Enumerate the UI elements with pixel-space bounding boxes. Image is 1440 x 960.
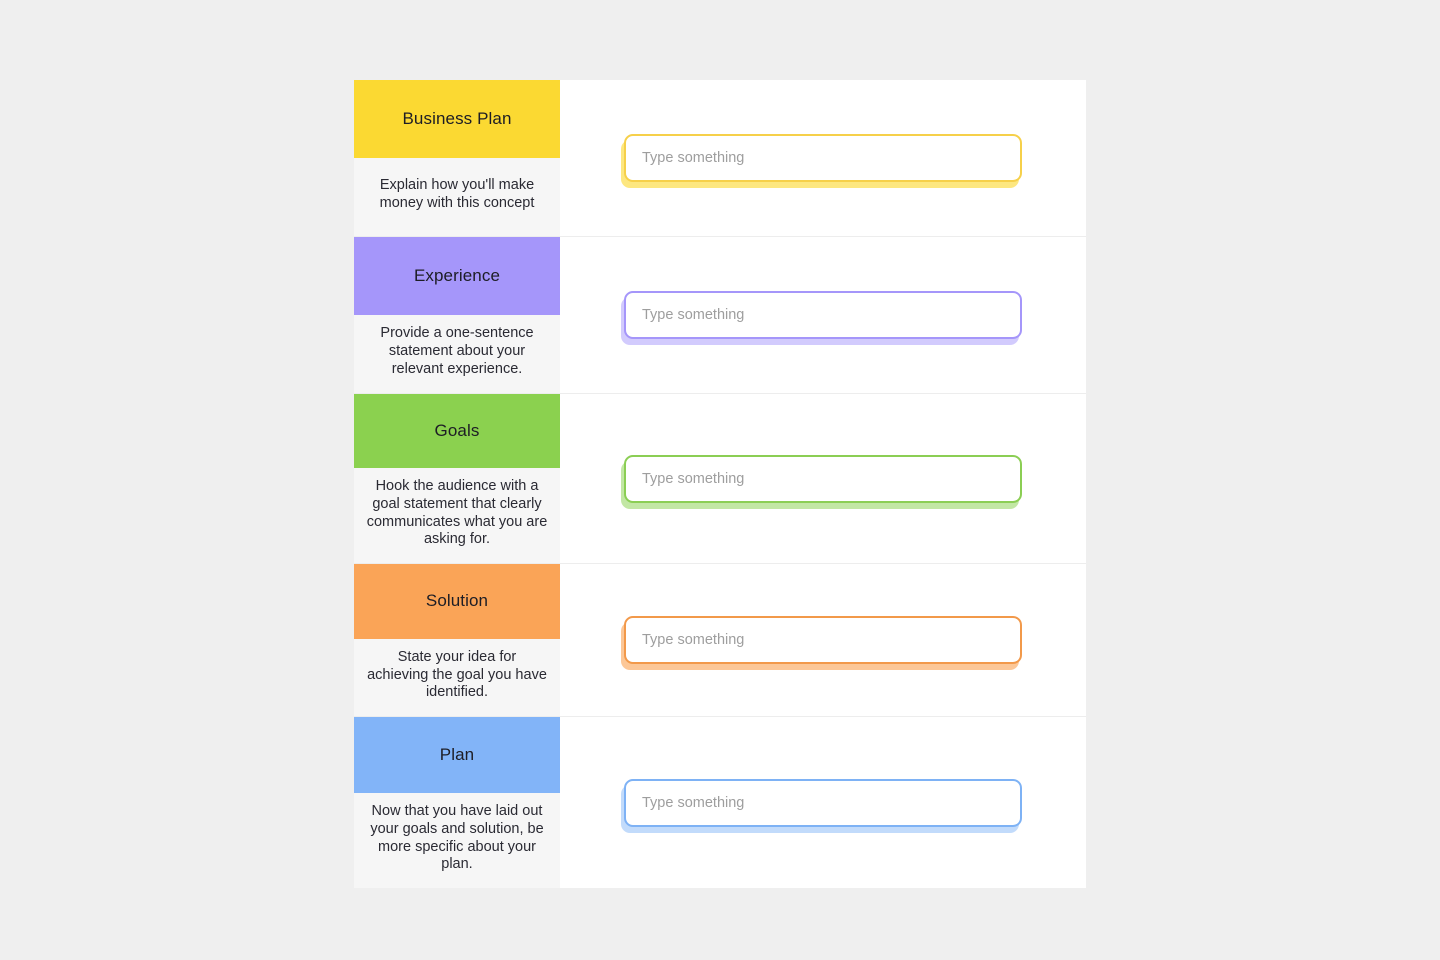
answer-input-business-plan[interactable] <box>624 134 1022 182</box>
input-shell-plan <box>621 778 1022 833</box>
section-title-goals: Goals <box>434 421 480 441</box>
section-color-band-business-plan: Business Plan <box>354 80 560 158</box>
input-shell-business-plan <box>621 134 1022 188</box>
answer-input-solution[interactable] <box>624 616 1022 664</box>
section-left-column-business-plan: Business Plan Explain how you'll make mo… <box>354 80 560 236</box>
section-description-wrap-goals: Hook the audience with a goal statement … <box>354 468 560 563</box>
section-right-column-plan <box>560 717 1086 888</box>
section-right-column-solution <box>560 564 1086 716</box>
section-left-column-experience: Experience Provide a one-sentence statem… <box>354 237 560 393</box>
section-left-column-plan: Plan Now that you have laid out your goa… <box>354 717 560 888</box>
section-color-band-goals: Goals <box>354 394 560 469</box>
app-canvas: Business Plan Explain how you'll make mo… <box>0 0 1440 960</box>
section-description-wrap-business-plan: Explain how you'll make money with this … <box>354 158 560 236</box>
section-description-experience: Provide a one-sentence statement about y… <box>380 325 534 377</box>
section-description-wrap-solution: State your idea for achieving the goal y… <box>354 639 560 716</box>
section-description-plan: Now that you have laid out your goals an… <box>370 803 544 873</box>
section-row-experience: Experience Provide a one-sentence statem… <box>354 237 1086 394</box>
section-row-goals: Goals Hook the audience with a goal stat… <box>354 394 1086 564</box>
section-title-plan: Plan <box>439 745 475 765</box>
section-color-band-plan: Plan <box>354 717 560 794</box>
section-right-column-business-plan <box>560 80 1086 236</box>
section-title-solution: Solution <box>425 591 489 611</box>
answer-input-plan[interactable] <box>624 778 1022 827</box>
section-color-band-experience: Experience <box>354 237 560 315</box>
section-left-column-goals: Goals Hook the audience with a goal stat… <box>354 394 560 563</box>
section-row-solution: Solution State your idea for achieving t… <box>354 564 1086 717</box>
section-description-solution: State your idea for achieving the goal y… <box>367 648 547 701</box>
section-row-business-plan: Business Plan Explain how you'll make mo… <box>354 80 1086 237</box>
input-shell-goals <box>621 454 1022 509</box>
pitch-template-card: Business Plan Explain how you'll make mo… <box>354 80 1086 888</box>
input-shell-experience <box>621 291 1022 345</box>
section-left-column-solution: Solution State your idea for achieving t… <box>354 564 560 716</box>
section-description-wrap-experience: Provide a one-sentence statement about y… <box>354 315 560 393</box>
section-description-wrap-plan: Now that you have laid out your goals an… <box>354 793 560 888</box>
answer-input-goals[interactable] <box>624 454 1022 503</box>
section-title-business-plan: Business Plan <box>402 109 512 128</box>
section-right-column-experience <box>560 237 1086 393</box>
section-title-experience: Experience <box>413 266 501 285</box>
answer-input-experience[interactable] <box>624 291 1022 339</box>
section-description-business-plan: Explain how you'll make money with this … <box>379 177 535 211</box>
input-shell-solution <box>621 616 1022 670</box>
section-color-band-solution: Solution <box>354 564 560 639</box>
section-row-plan: Plan Now that you have laid out your goa… <box>354 717 1086 888</box>
section-right-column-goals <box>560 394 1086 563</box>
section-description-goals: Hook the audience with a goal statement … <box>366 478 548 548</box>
